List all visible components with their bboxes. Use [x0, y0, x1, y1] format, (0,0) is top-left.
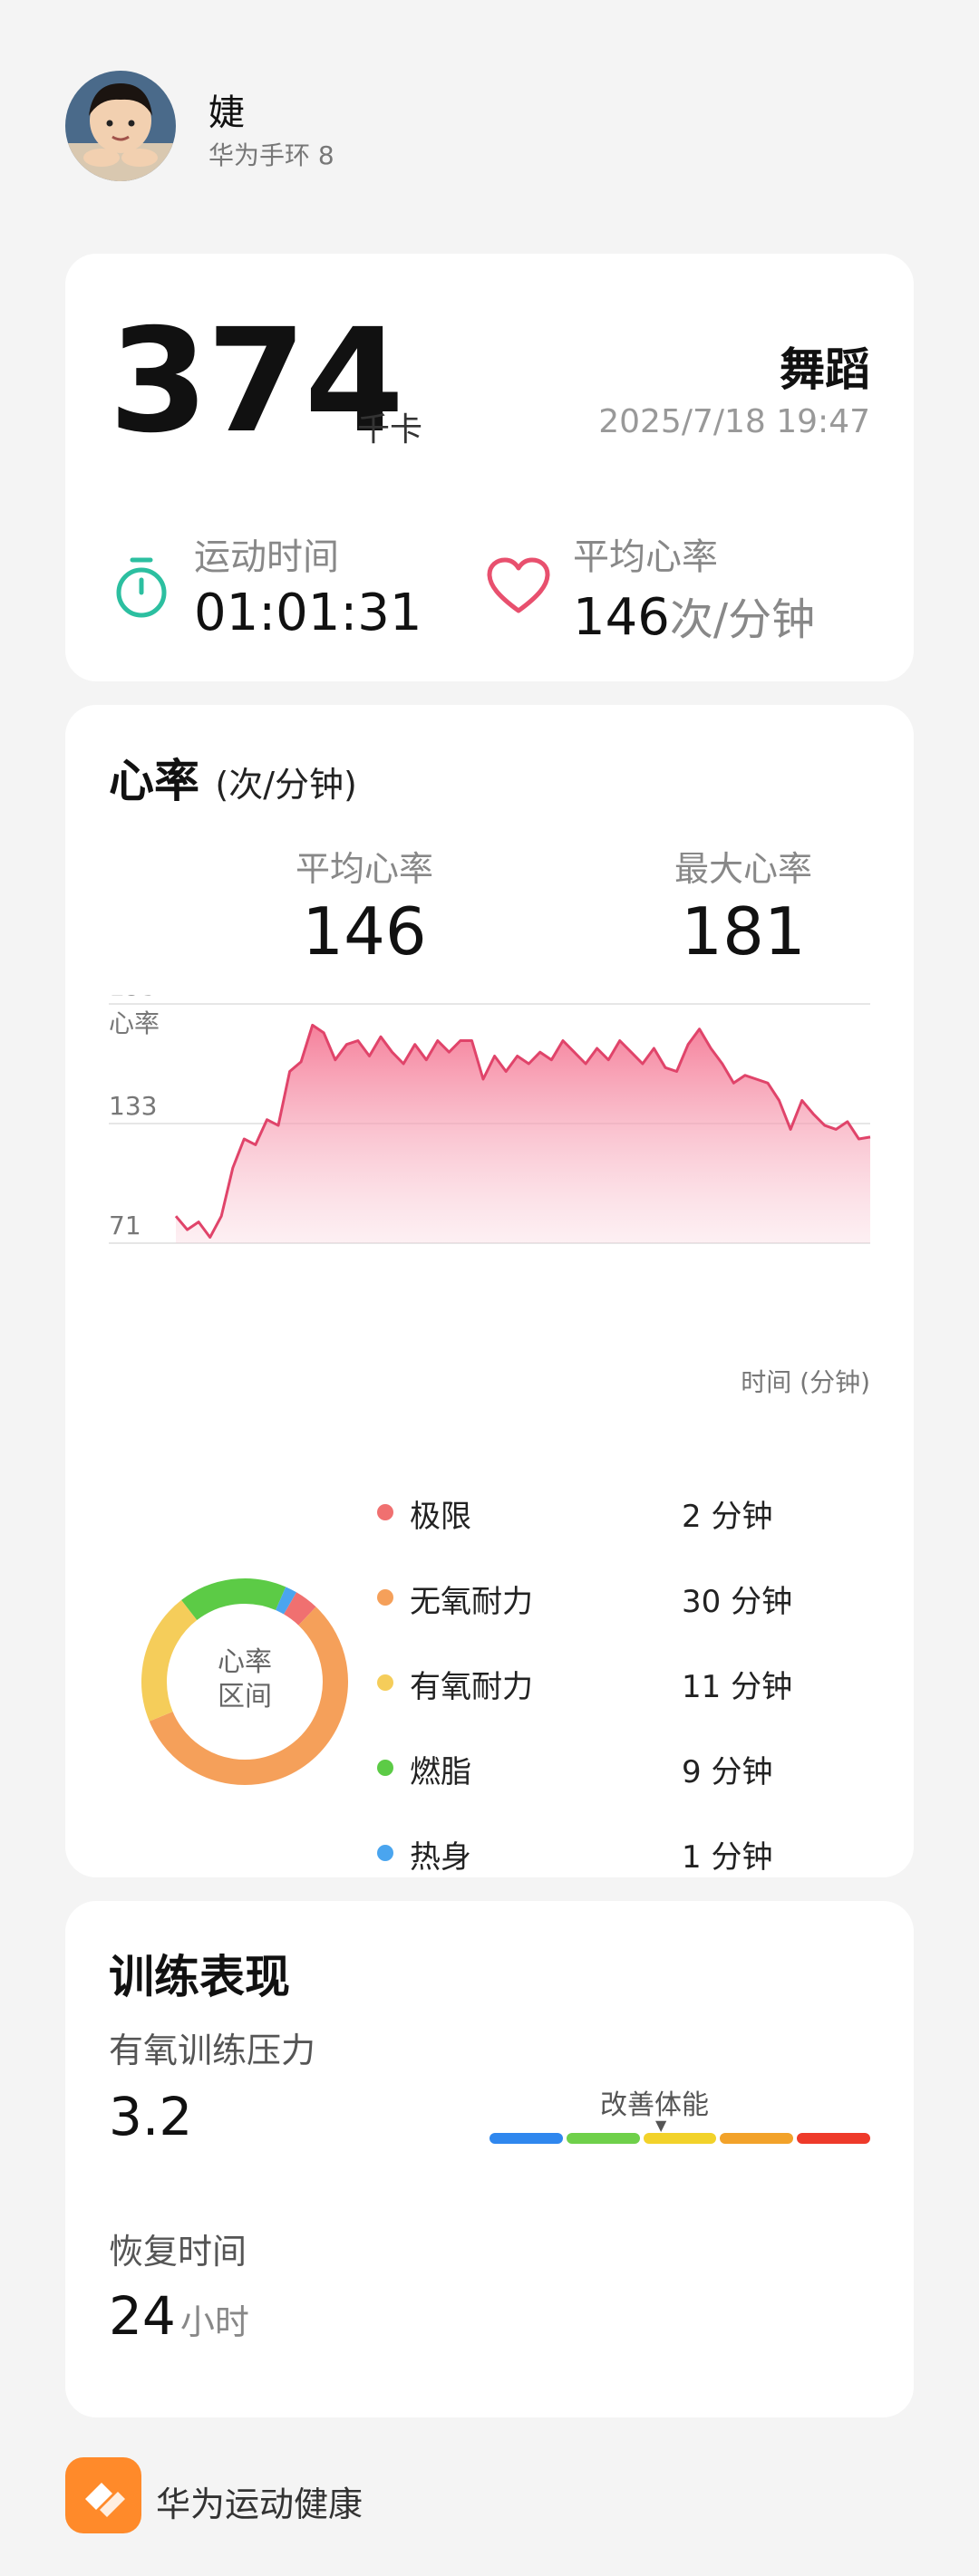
y-tick-label: 195: [109, 995, 157, 1001]
recovery-unit: 小时: [179, 2302, 249, 2342]
avg-hr-label: 平均心率: [573, 536, 718, 578]
workout-datetime: 2025/7/18 19:47: [598, 403, 870, 440]
calories-unit: 千卡: [357, 411, 423, 449]
y-tick-label: 133: [109, 1091, 157, 1121]
avg-hr-label-2: 平均心率: [295, 849, 433, 889]
heart-rate-chart: 711331950102030405060: [109, 995, 871, 1244]
ring-center-label-1: 心率: [218, 1646, 272, 1678]
zone-name: 热身: [410, 1839, 471, 1876]
max-hr-label: 最大心率: [674, 849, 812, 889]
scale-segment: [643, 2133, 717, 2144]
avg-hr-value: 146: [573, 588, 670, 647]
heart-rate-area: [176, 1025, 870, 1243]
training-card: 训练表现 有氧训练压力 3.2 改善体能 ▼ 恢复时间 24 小时: [65, 1901, 914, 2417]
y-tick-label: 71: [109, 1211, 141, 1240]
device-name: 华为手环 8: [208, 140, 334, 170]
zone-dot: [377, 1674, 393, 1691]
max-hr-value: 181: [681, 893, 806, 970]
zone-duration: 9 分钟: [682, 1754, 773, 1790]
chart-y-axis-label: 心率: [109, 1008, 160, 1038]
zone-duration: 30 分钟: [682, 1584, 793, 1620]
training-scale-bar: [490, 2133, 870, 2144]
heart-rate-title: 心率: [109, 755, 199, 807]
app-logo-icon[interactable]: [65, 2457, 141, 2533]
user-name: 婕: [208, 92, 245, 134]
scale-segment: [566, 2133, 640, 2144]
zone-name: 极限: [410, 1499, 471, 1535]
ring-center-label-2: 区间: [218, 1681, 272, 1713]
scale-segment: [720, 2133, 794, 2144]
scale-label: 改善体能: [600, 2089, 709, 2121]
avg-hr-value-2: 146: [302, 893, 427, 970]
sport-type: 舞蹈: [780, 343, 870, 396]
recovery-label: 恢复时间: [109, 2232, 247, 2272]
heart-rate-unit: (次/分钟): [215, 765, 357, 805]
stopwatch-icon: [112, 555, 170, 620]
zone-name: 有氧耐力: [410, 1669, 533, 1705]
zone-duration: 2 分钟: [682, 1499, 773, 1535]
zone-dot: [377, 1504, 393, 1520]
zone-dot: [377, 1845, 393, 1861]
training-title: 训练表现: [109, 1951, 290, 2003]
avg-hr-unit: 次/分钟: [669, 594, 816, 645]
heart-rate-card: 心率 (次/分钟) 平均心率 146 最大心率 181 711331950102…: [65, 705, 914, 1877]
recovery-value: 24: [109, 2285, 176, 2347]
summary-card: 374 千卡 舞蹈 2025/7/18 19:47 运动时间 01:01:31 …: [65, 254, 914, 681]
duration-label: 运动时间: [194, 536, 339, 578]
zone-name: 燃脂: [410, 1754, 471, 1790]
zone-dot: [377, 1760, 393, 1776]
zone-name: 无氧耐力: [410, 1584, 533, 1620]
scale-segment: [797, 2133, 870, 2144]
aerobic-value: 3.2: [109, 2086, 193, 2147]
zone-dot: [377, 1589, 393, 1606]
app-name: 华为运动健康: [156, 2484, 363, 2524]
zone-duration: 1 分钟: [682, 1839, 773, 1876]
avatar[interactable]: [65, 71, 176, 181]
aerobic-label: 有氧训练压力: [109, 2031, 316, 2070]
scale-marker-icon: ▼: [655, 2117, 667, 2134]
zone-duration: 11 分钟: [682, 1669, 793, 1705]
heart-icon: [486, 556, 551, 616]
chart-x-axis-label: 时间 (分钟): [741, 1367, 870, 1397]
scale-segment: [490, 2133, 563, 2144]
duration-value: 01:01:31: [194, 584, 422, 642]
